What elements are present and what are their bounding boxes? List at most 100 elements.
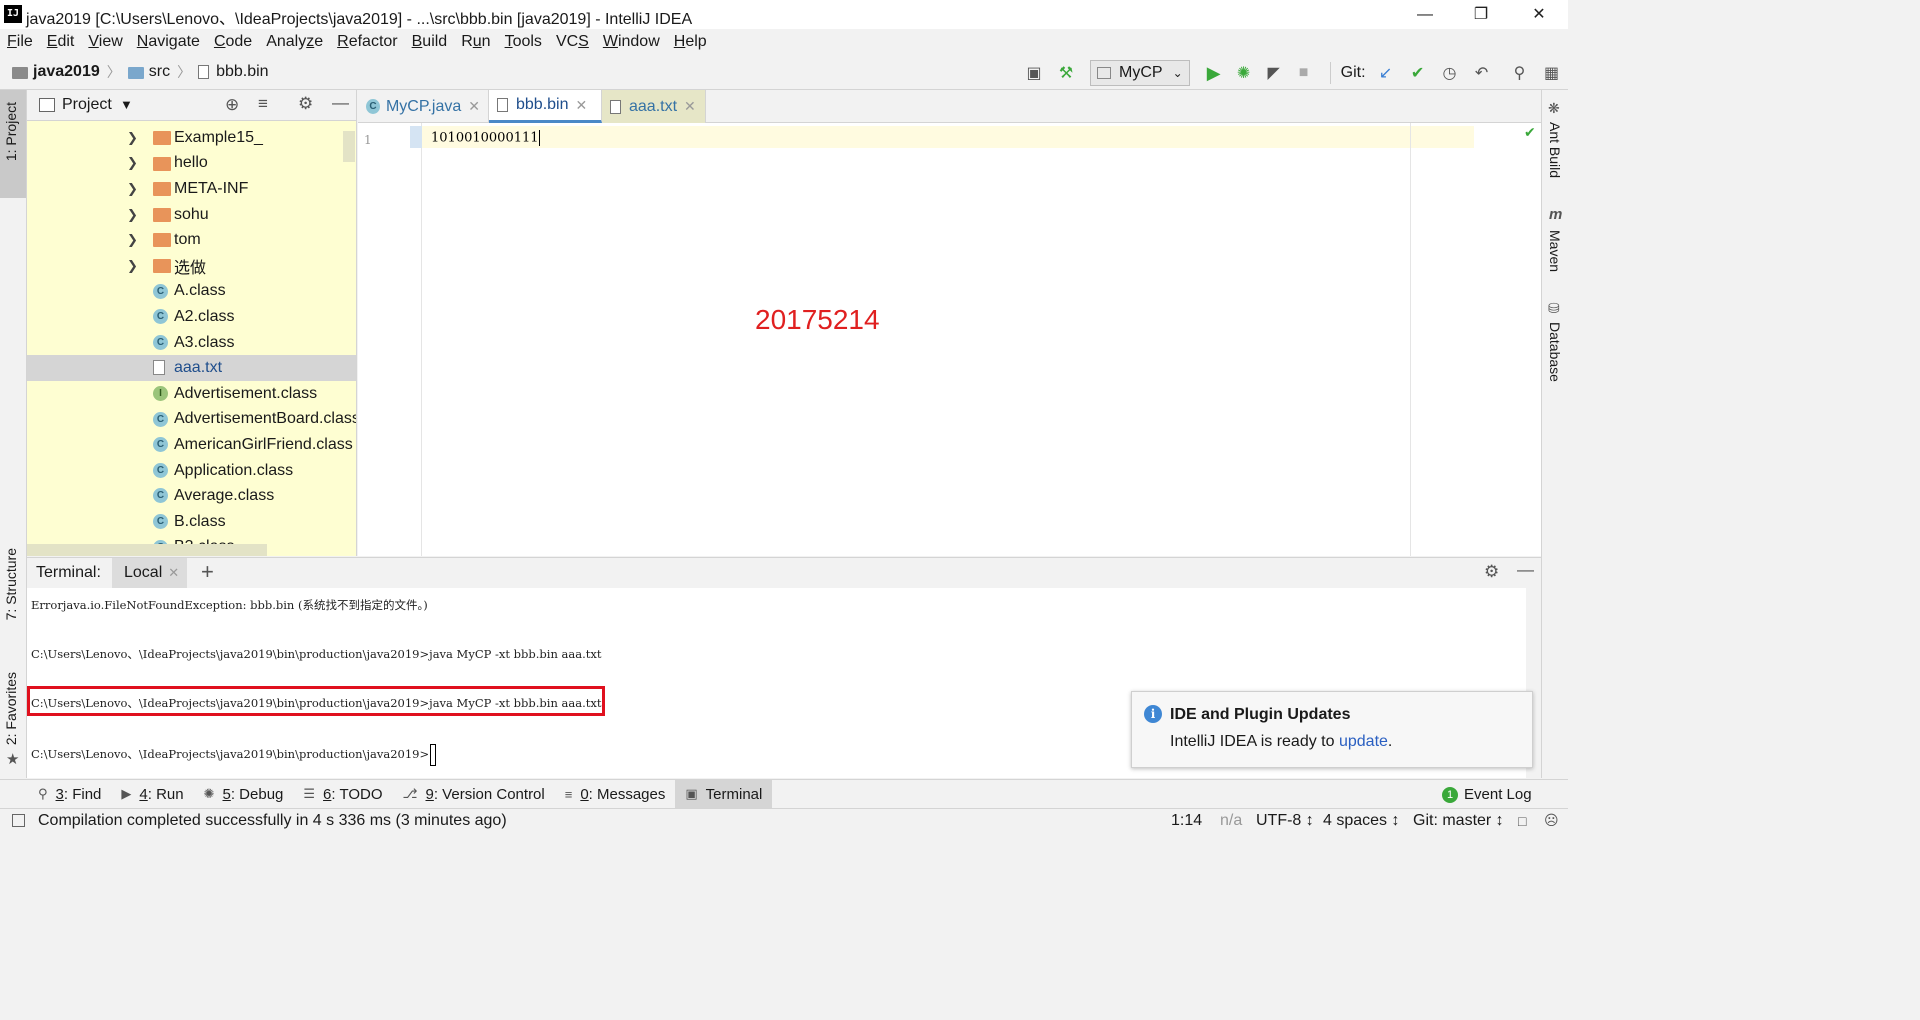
tool-tab-ant-build[interactable]: Ant Build [1547, 122, 1563, 178]
breadcrumb-file[interactable]: bbb.bin [198, 63, 269, 81]
caret-position[interactable]: 1:14 [1171, 812, 1202, 830]
menu-VCS[interactable]: VCS [556, 33, 589, 51]
tree-folder-item[interactable]: ❯ META-INF [27, 176, 356, 202]
menu-Help[interactable]: Help [674, 33, 707, 51]
chevron-right-icon[interactable]: ❯ [127, 181, 138, 197]
tree-folder-item[interactable]: ❯ 选做 [27, 253, 356, 279]
tool-tab-database[interactable]: Database [1547, 322, 1563, 382]
chevron-right-icon[interactable]: ❯ [127, 258, 138, 274]
close-icon[interactable]: ✕ [468, 98, 480, 115]
minimize-button[interactable]: — [1396, 0, 1454, 29]
chevron-right-icon[interactable]: ❯ [127, 130, 138, 146]
code-line[interactable]: 1010010000111 [431, 130, 540, 146]
gear-icon[interactable]: ⚙ [1484, 562, 1499, 582]
tool-button-find[interactable]: ⚲ 3: Find [28, 780, 111, 809]
terminal-tab-local[interactable]: Local ✕ [112, 558, 188, 588]
project-structure-icon[interactable]: ▦ [1540, 61, 1564, 85]
tool-button-versioncontrol[interactable]: ⎇ 9: Version Control [393, 780, 555, 809]
stop-icon[interactable]: ■ [1292, 61, 1316, 85]
chevron-right-icon[interactable]: ❯ [127, 232, 138, 248]
hide-panel-icon[interactable]: — [1517, 560, 1534, 580]
new-session-icon[interactable]: + [201, 559, 214, 585]
menu-Tools[interactable]: Tools [505, 33, 542, 51]
tree-folder-item[interactable]: ❯ Example15_ [27, 125, 356, 151]
tree-file-item[interactable]: C A2.class [27, 304, 356, 330]
tree-file-item[interactable]: C A.class [27, 279, 356, 305]
rollback-icon[interactable]: ↶ [1470, 61, 1494, 85]
tree-file-item[interactable]: C Average.class [27, 483, 356, 509]
tool-button-messages[interactable]: ≡ 0: Messages [555, 780, 676, 809]
hide-panel-icon[interactable]: — [332, 93, 349, 113]
menu-View[interactable]: View [88, 33, 122, 51]
encoding-selector[interactable]: UTF-8 ↕ [1256, 812, 1314, 830]
git-update-icon[interactable]: ↙ [1374, 61, 1398, 85]
project-panel-title[interactable]: Project [62, 96, 112, 114]
tree-file-item[interactable]: C AdvertisementBoard.class [27, 407, 356, 433]
indent-selector[interactable]: 4 spaces ↕ [1323, 812, 1399, 830]
tool-button-terminal[interactable]: ▣ Terminal [675, 779, 773, 809]
event-log-button[interactable]: 1 Event Log [1442, 780, 1532, 809]
breadcrumb-project[interactable]: java2019 [12, 63, 100, 81]
locate-icon[interactable]: ⊕ [225, 95, 239, 115]
run-anything-icon[interactable]: ▣ [1022, 61, 1046, 85]
tool-button-todo[interactable]: ☰ 6: TODO [293, 780, 392, 809]
run-config-select[interactable]: MyCP ⌄ [1090, 60, 1190, 86]
tree-file-item[interactable]: I Advertisement.class [27, 381, 356, 407]
tree-folder-item[interactable]: ❯ tom [27, 227, 356, 253]
class-icon: C [153, 309, 168, 325]
tree-horizontal-scrollbar[interactable] [27, 544, 267, 556]
git-branch-selector[interactable]: Git: master ↕ [1413, 812, 1504, 830]
close-icon[interactable]: ✕ [576, 97, 588, 114]
terminal-prompt[interactable]: C:\Users\Lenovo、\IdeaProjects\java2019\b… [31, 744, 437, 766]
tree-folder-item[interactable]: ❯ sohu [27, 202, 356, 228]
tree-file-item[interactable]: C Application.class [27, 458, 356, 484]
tab-mycp-java[interactable]: C MyCP.java ✕ [358, 90, 489, 123]
close-icon[interactable]: ✕ [168, 565, 179, 581]
menu-Build[interactable]: Build [412, 33, 448, 51]
gear-icon[interactable]: ⚙ [298, 94, 313, 114]
menu-Refactor[interactable]: Refactor [337, 33, 397, 51]
git-commit-icon[interactable]: ✔ [1406, 61, 1430, 85]
tree-file-item[interactable]: C B.class [27, 509, 356, 535]
tool-button-debug[interactable]: ✺ 5: Debug [194, 780, 294, 809]
close-icon[interactable]: ✕ [684, 98, 696, 115]
tree-scrollbar-thumb[interactable] [343, 131, 355, 162]
history-icon[interactable]: ◷ [1438, 61, 1462, 85]
restore-button[interactable]: ❐ [1452, 0, 1510, 29]
inspector-icon[interactable]: ☹ [1544, 812, 1559, 829]
menu-Window[interactable]: Window [603, 33, 660, 51]
tool-tab-maven[interactable]: Maven [1547, 230, 1563, 272]
tool-tab-project[interactable]: 1: Project [3, 102, 19, 161]
menu-Analyze[interactable]: Analyze [266, 33, 323, 51]
tool-tab-structure[interactable]: 7: Structure [3, 548, 19, 620]
project-folder-icon [12, 67, 28, 79]
tab-aaa-txt[interactable]: aaa.txt ✕ [602, 90, 706, 123]
run-icon[interactable]: ▶ [1202, 61, 1226, 85]
menu-Run[interactable]: Run [461, 33, 490, 51]
build-hammer-icon[interactable]: ⚒ [1054, 61, 1078, 85]
update-notification[interactable]: i IDE and Plugin Updates IntelliJ IDEA i… [1131, 691, 1533, 768]
collapse-all-icon[interactable]: ≡ [258, 94, 268, 114]
breadcrumb-src[interactable]: src [127, 63, 170, 81]
tree-file-item[interactable]: aaa.txt [27, 355, 356, 381]
debug-icon[interactable]: ✺ [1232, 61, 1256, 85]
menu-Code[interactable]: Code [214, 33, 252, 51]
coverage-icon[interactable]: ◤ [1262, 61, 1286, 85]
tool-button-run[interactable]: ▶ 4: Run [111, 780, 193, 809]
update-link[interactable]: update [1339, 733, 1388, 750]
menu-Navigate[interactable]: Navigate [137, 33, 200, 51]
tree-folder-item[interactable]: ❯ hello [27, 151, 356, 177]
menu-Edit[interactable]: Edit [47, 33, 75, 51]
search-icon[interactable]: ⚲ [1508, 61, 1532, 85]
tree-file-item[interactable]: C AmericanGirlFriend.class [27, 432, 356, 458]
tab-bbb-bin[interactable]: bbb.bin ✕ [489, 90, 602, 123]
chevron-right-icon[interactable]: ❯ [127, 207, 138, 223]
chevron-right-icon[interactable]: ❯ [127, 155, 138, 171]
toggle-tool-windows-icon[interactable] [12, 814, 25, 827]
lock-icon[interactable]: □ [1518, 813, 1526, 829]
chevron-down-icon[interactable]: ▼ [120, 97, 133, 112]
tool-tab-favorites[interactable]: 2: Favorites [3, 672, 19, 745]
close-window-button[interactable]: ✕ [1510, 0, 1568, 29]
tree-file-item[interactable]: C A3.class [27, 330, 356, 356]
menu-File[interactable]: File [7, 33, 33, 51]
